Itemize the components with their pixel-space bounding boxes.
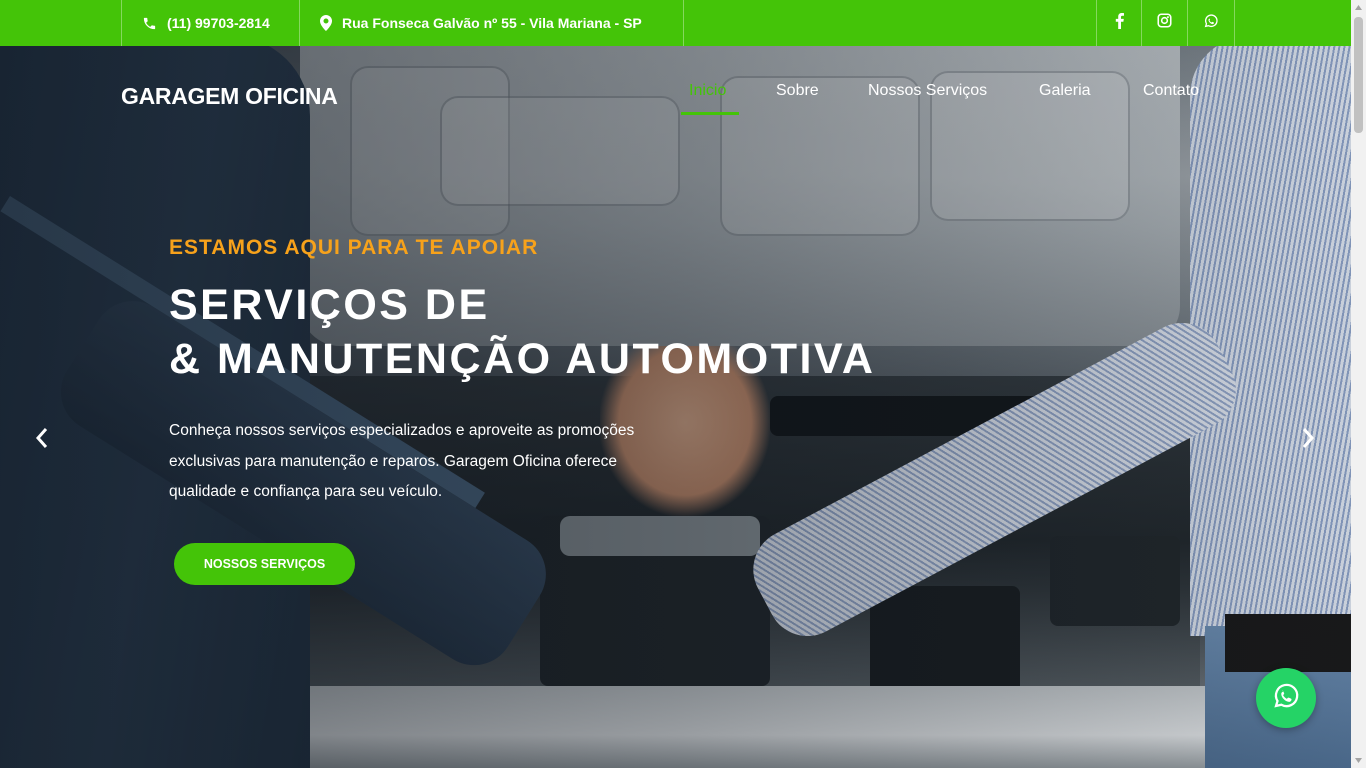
facebook-icon: [1115, 12, 1124, 34]
whatsapp-icon: [1271, 681, 1301, 716]
hero-title-line-2: & MANUTENÇÃO AUTOMOTIVA: [169, 335, 876, 383]
chevron-right-icon: [1301, 427, 1315, 454]
phone-icon: [142, 16, 157, 31]
carousel-next-button[interactable]: [1296, 427, 1320, 454]
nossos-servicos-button[interactable]: NOSSOS SERVIÇOS: [174, 543, 355, 585]
scroll-down-arrow-icon[interactable]: [1351, 753, 1366, 768]
hero-slider: [0, 46, 1351, 768]
scroll-up-arrow-icon[interactable]: [1351, 0, 1366, 15]
scrollbar-thumb[interactable]: [1354, 17, 1363, 133]
hero-description-line-2: exclusivas para manutenção e reparos. Ga…: [169, 452, 618, 470]
site-logo[interactable]: GARAGEM OFICINA: [121, 83, 338, 110]
address-contact[interactable]: Rua Fonseca Galvão nº 55 - Vila Mariana …: [299, 0, 684, 46]
address-text: Rua Fonseca Galvão nº 55 - Vila Mariana …: [342, 15, 642, 31]
hero-title-line-1: SERVIÇOS DE: [169, 281, 490, 329]
hero-description-line-3: qualidade e confiança para seu veículo.: [169, 483, 443, 500]
whatsapp-float-button[interactable]: [1256, 668, 1316, 728]
nav-item-servicos[interactable]: Nossos Serviços: [868, 82, 987, 100]
nav-item-contato[interactable]: Contato: [1143, 82, 1199, 100]
hero-description: Conheça nossos serviços especializados e…: [169, 416, 699, 508]
active-nav-indicator: [681, 112, 739, 115]
instagram-link[interactable]: [1141, 0, 1187, 46]
top-bar: (11) 99703-2814 Rua Fonseca Galvão nº 55…: [0, 0, 1351, 46]
instagram-icon: [1157, 13, 1172, 33]
page-scrollbar[interactable]: [1351, 0, 1366, 768]
whatsapp-link[interactable]: [1187, 0, 1235, 46]
phone-contact[interactable]: (11) 99703-2814: [121, 0, 300, 46]
hero-title: SERVIÇOS DE & MANUTENÇÃO AUTOMOTIVA: [169, 278, 875, 386]
carousel-prev-button[interactable]: [30, 427, 54, 454]
whatsapp-icon: [1203, 13, 1219, 34]
hero-description-line-1: Conheça nossos serviços especializados e…: [169, 422, 635, 439]
map-marker-icon: [320, 15, 332, 31]
phone-number: (11) 99703-2814: [167, 15, 270, 31]
hero-eyebrow: ESTAMOS AQUI PARA TE APOIAR: [169, 236, 539, 259]
facebook-link[interactable]: [1096, 0, 1142, 46]
nav-item-sobre[interactable]: Sobre: [776, 82, 819, 100]
nav-item-galeria[interactable]: Galeria: [1039, 82, 1091, 100]
chevron-left-icon: [35, 427, 49, 454]
nav-item-inicio[interactable]: Inicio: [689, 82, 726, 100]
